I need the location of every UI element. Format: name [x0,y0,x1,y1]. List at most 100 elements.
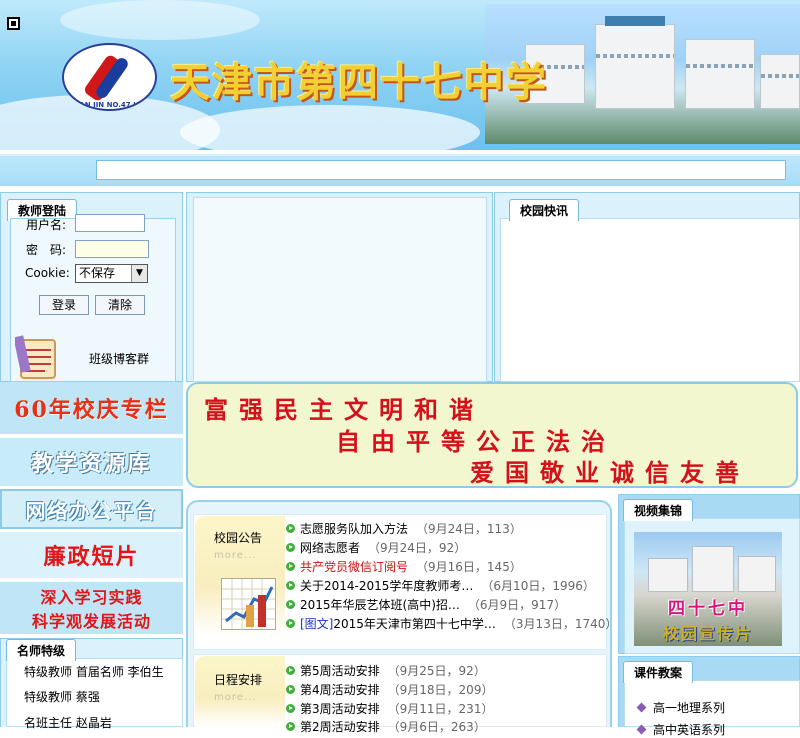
notices-chart-icon [221,578,276,630]
arrow-bullet-icon [286,543,295,552]
cookie-select[interactable]: 不保存 ▼ [75,264,148,283]
arrow-bullet-icon [286,685,295,694]
building [595,24,675,109]
schedule-item[interactable]: 第3周活动安排 （9月11日，231） [286,700,493,717]
slogan-line-2: 自由平等公正法治 [336,427,616,456]
office-platform-label: 网络办公平台 [25,498,158,523]
school-logo: TIAN JIN NO.47 HIGH SCHOOL [62,43,157,111]
courseware-title[interactable]: 高中英语系列 [653,721,725,738]
schedule-meta: （9月11日，231） [387,702,494,716]
video-caption-1: 四十七中 [668,599,748,619]
schedule-title[interactable]: 第4周活动安排 [300,681,380,698]
schedule-meta: （9月18日，209） [387,683,494,697]
notice-item[interactable]: [图文] 2015年天津市第四十七中学… （3月13日，1740） [286,615,617,632]
arrow-bullet-icon [286,666,295,675]
password-field[interactable] [75,240,149,258]
notebook-icon[interactable] [13,332,61,380]
password-label: 密 码: [26,243,67,257]
building [738,556,776,592]
video-caption-2: 校园宣传片 [662,624,753,643]
notice-meta: （9月16日，145） [416,560,522,574]
anniversary-column-link[interactable]: 60年校庆专栏 [0,382,183,434]
notice-title[interactable]: 2015年天津市第四十七中学… [333,615,496,632]
clear-button[interactable]: 清除 [95,295,145,315]
notice-item[interactable]: 2015年华辰艺体班(高中)招… （6月9日，917） [286,596,566,613]
diamond-bullet-icon [636,724,647,735]
teaching-resources-link[interactable]: 教学资源库 [0,438,183,486]
notice-item[interactable]: 志愿服务队加入方法 （9月24日，113） [286,520,522,537]
slogan-line-1: 富强民主文明和谐 [204,395,484,424]
core-values-banner: 富强民主文明和谐 自由平等公正法治 爱国敬业诚信友善 [186,382,798,488]
notice-title[interactable]: 共产党员微信订阅号 [300,558,408,575]
schedule-item[interactable]: 第5周活动安排 （9月25日，92） [286,662,486,679]
arrow-bullet-icon [286,619,295,628]
notice-meta: （9月24日，92） [368,541,467,555]
school-title: 天津市第四十七中学 [170,59,548,106]
courseware-item[interactable]: 高一地理系列 [636,699,725,716]
cookie-select-value: 不保存 [79,266,116,280]
arrow-bullet-icon [286,704,295,713]
arrow-bullet-icon [286,600,295,609]
courseware-item[interactable]: 高中英语系列 [636,721,725,738]
building [685,39,755,109]
cookie-label: Cookie: [25,266,70,280]
tab-famous-teachers[interactable]: 名师特级 [6,639,77,661]
study-practice-label-1: 深入学习实践 [40,588,143,607]
office-platform-link[interactable]: 网络办公平台 [0,489,183,529]
integrity-film-link[interactable]: 廉政短片 [0,532,183,578]
building-roof [605,16,665,26]
notice-item[interactable]: 关于2014-2015学年度教师考… （6月10日，1996） [286,577,595,594]
notices-more-link[interactable]: more... [214,550,256,561]
notice-meta: （9月24日，113） [416,522,522,536]
center-top-content [193,197,487,382]
building [648,558,688,592]
nav-marquee-field[interactable] [96,160,786,180]
notice-item[interactable]: 网络志愿者 （9月24日，92） [286,539,466,556]
building [692,546,734,592]
tab-campus-news[interactable]: 校园快讯 [509,199,580,221]
schedule-more-link[interactable]: more... [214,692,256,703]
slogan-line-3: 爱国敬业诚信友善 [470,458,750,487]
campus-news-content [500,218,800,382]
cloud-decoration [180,105,480,150]
arrow-bullet-icon [286,562,295,571]
teacher-item[interactable]: 特级教师 蔡强 [24,688,100,705]
notices-heading: 校园公告 [214,531,263,545]
notice-title[interactable]: 网络志愿者 [300,539,360,556]
menu-toggle-icon[interactable] [7,17,20,30]
integrity-film-label: 廉政短片 [43,544,140,570]
username-field[interactable] [75,214,145,232]
notice-meta: （6月10日，1996） [481,579,595,593]
notice-title[interactable]: 志愿服务队加入方法 [300,520,408,537]
login-button[interactable]: 登录 [39,295,89,315]
schedule-item[interactable]: 第4周活动安排 （9月18日，209） [286,681,493,698]
teacher-item[interactable]: 特级教师 首届名师 李伯生 [24,663,164,680]
schedule-title[interactable]: 第3周活动安排 [300,700,380,717]
notice-meta: （6月9日，917） [467,598,567,612]
teacher-item[interactable]: 名班主任 赵晶岩 [24,714,112,731]
notice-meta: （3月13日，1740） [503,617,618,631]
study-practice-label-2: 科学观发展活动 [31,612,151,631]
teaching-resources-label: 教学资源库 [31,451,152,477]
notice-prefix[interactable]: [图文] [300,615,333,632]
promo-video-thumbnail[interactable]: 四十七中 校园宣传片 [634,532,782,646]
anniversary-column-label: 60年校庆专栏 [14,397,169,423]
diamond-bullet-icon [636,702,647,713]
chevron-down-icon[interactable]: ▼ [131,265,147,282]
notice-item[interactable]: 共产党员微信订阅号 （9月16日，145） [286,558,522,575]
username-label: 用户名: [26,218,67,232]
schedule-heading: 日程安排 [214,673,263,687]
notice-title[interactable]: 关于2014-2015学年度教师考… [300,577,473,594]
courseware-title[interactable]: 高一地理系列 [653,699,725,716]
schedule-title[interactable]: 第5周活动安排 [300,662,380,679]
tab-courseware[interactable]: 课件教案 [623,661,694,683]
building [760,54,800,109]
class-blog-link[interactable]: 班级博客群 [89,350,149,367]
schedule-meta: （9月25日，92） [387,664,486,678]
arrow-bullet-icon [286,581,295,590]
notice-title[interactable]: 2015年华辰艺体班(高中)招… [300,596,460,613]
cloud-decoration [60,0,260,40]
tab-video[interactable]: 视频集锦 [623,499,694,521]
header-banner: TIAN JIN NO.47 HIGH SCHOOL 天津市第四十七中学 [0,0,800,150]
study-practice-link[interactable]: 深入学习实践 科学观发展活动 [0,582,183,634]
